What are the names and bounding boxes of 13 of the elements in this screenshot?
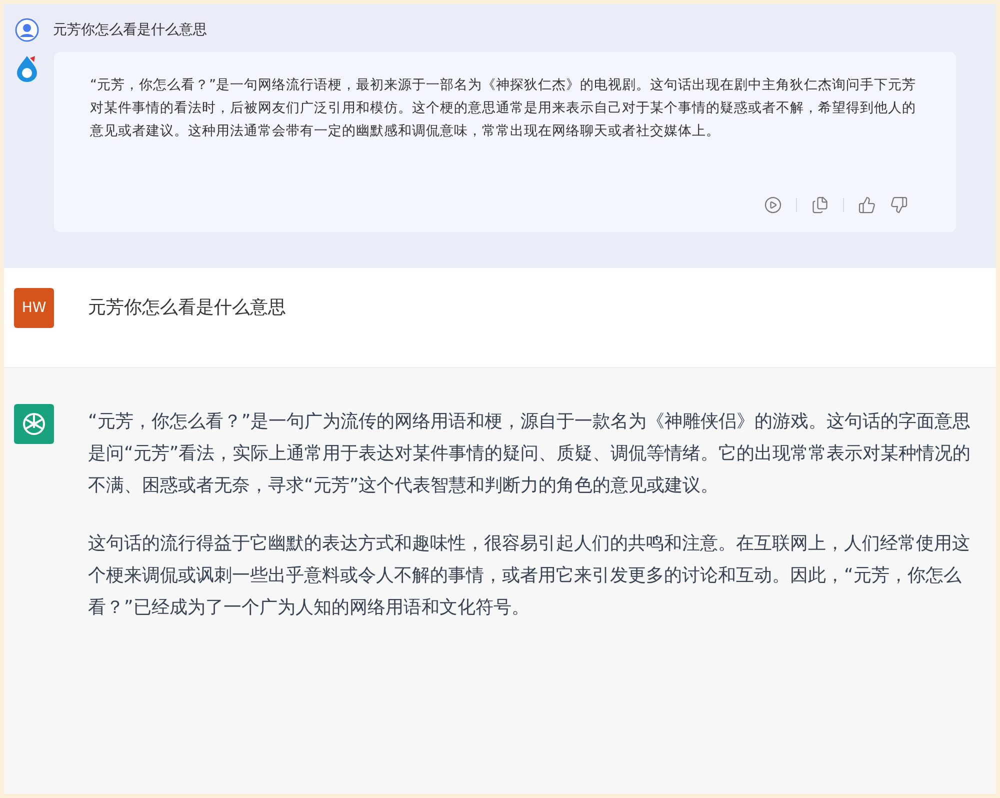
thumbs-down-icon[interactable] (890, 196, 908, 214)
user-avatar: HW (14, 288, 54, 328)
thumbs-up-icon[interactable] (858, 196, 876, 214)
answer-text: “元芳，你怎么看？”是一句网络流行语梗，最初来源于一部名为《神探狄仁杰》的电视剧。这句话出现在剧中主角狄仁杰询问手下元芳对某件事情的看法时，后被网友们广泛引用和模仿。这个梗的意思通常是用来表示自己对于某个事情的疑惑或者不解，希望得到他人的意见或者建议。这种用法通常会带有一定的幽默感和调侃意味，常常出现在网络聊天或者社交媒体上。 (90, 76, 917, 141)
user-question: 元芳你怎么看是什么意思 (53, 20, 207, 40)
answer-paragraph: “元芳，你怎么看？”是一句广为流传的网络用语和梗，源自于一款名为《神雕侠侣》的游戏。这句话的字面意思是问“元芳”看法，实际上通常用于表达对某件事情的疑问、质疑、调侃等情绪。它的出现常常表示对某种情况的不满、困惑或者无奈，寻求“元芳”这个代表智慧和判断力的角色的意见或建议。 (88, 410, 972, 498)
user-avatar-icon (15, 18, 39, 42)
bot-logo-icon (14, 54, 40, 82)
play-icon[interactable] (764, 196, 782, 214)
chatbot-logo-icon (14, 404, 54, 444)
copy-icon[interactable] (811, 196, 829, 214)
answer-paragraph: 这句话的流行得益于它幽默的表达方式和趣味性，很容易引起人们的共鸣和注意。在互联网上，人们经常使用这个梗来调侃或讽刺一些出乎意料或令人不解的事情，或者用它来引发更多的讨论和互动。因此，“元芳，你怎么看？”已经成为了一个广为人知的网络用语和文化符号。 (88, 532, 971, 620)
user-question: 元芳你怎么看是什么意思 (88, 296, 286, 320)
